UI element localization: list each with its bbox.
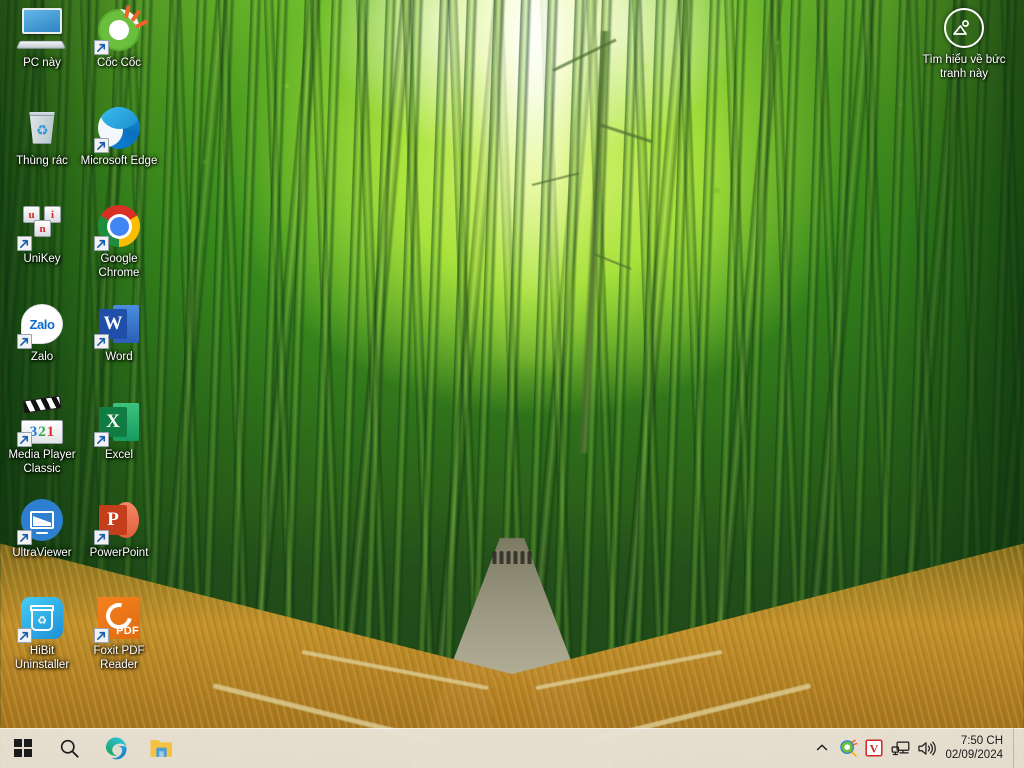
desktop-icon-label: Microsoft Edge xyxy=(80,155,158,167)
distant-people xyxy=(492,551,532,565)
unikey-icon: u i n xyxy=(17,202,66,251)
show-hidden-icons-button[interactable] xyxy=(809,728,835,768)
desktop-icon-label: Google Chrome xyxy=(98,253,140,279)
chevron-up-icon xyxy=(817,744,828,751)
svg-text:V: V xyxy=(870,741,879,755)
shortcut-arrow-icon xyxy=(94,138,109,153)
shortcut-arrow-icon xyxy=(94,628,109,643)
shortcut-arrow-icon xyxy=(17,530,32,545)
spotlight-learn-about-picture[interactable]: Tìm hiểu về bức tranh này xyxy=(914,8,1014,81)
coccoc-tray-icon[interactable] xyxy=(835,728,861,768)
desktop-icon-google-chrome[interactable]: Google Chrome xyxy=(80,202,158,280)
windows-logo-icon xyxy=(13,738,33,758)
desktop-icon-word[interactable]: W Word xyxy=(80,300,158,365)
desktop-icon-pc-nay[interactable]: PC này xyxy=(3,6,81,71)
clock-time: 7:50 CH xyxy=(960,735,1003,747)
desktop-icon-unikey[interactable]: u i n UniKey xyxy=(3,202,81,267)
desktop-icon-powerpoint[interactable]: P PowerPoint xyxy=(80,496,158,561)
edge-taskbar-button[interactable] xyxy=(92,728,138,768)
search-icon xyxy=(60,739,79,758)
powerpoint-icon: P xyxy=(94,496,143,545)
shortcut-arrow-icon xyxy=(94,530,109,545)
folder-icon xyxy=(149,740,172,757)
desktop-icon-label: HiBit Uninstaller xyxy=(14,645,70,671)
chrome-icon xyxy=(94,202,143,251)
desktop-icon-hibit-uninstaller[interactable]: ♻ HiBit Uninstaller xyxy=(3,594,81,672)
shortcut-arrow-icon xyxy=(17,432,32,447)
coccoc-icon xyxy=(94,4,149,55)
coccoc-search-icon xyxy=(840,739,858,757)
network-icon xyxy=(891,740,910,755)
file-explorer-button[interactable] xyxy=(138,728,184,768)
taskbar-clock[interactable]: 7:50 CH 02/09/2024 xyxy=(939,734,1013,762)
excel-icon: X xyxy=(94,398,143,447)
word-icon: W xyxy=(94,300,143,349)
clock-date: 02/09/2024 xyxy=(945,749,1003,761)
recycle-bin-icon: ♻ xyxy=(18,104,66,152)
desktop-icon-label: Media Player Classic xyxy=(8,449,76,475)
ultraviewer-icon xyxy=(17,496,66,545)
desktop-icon-coc-coc[interactable]: Cốc Cốc xyxy=(80,4,158,71)
desktop-icon-ultraviewer[interactable]: UltraViewer xyxy=(3,496,81,561)
desktop-icon-label: Cốc Cốc xyxy=(96,57,142,69)
shortcut-arrow-icon xyxy=(94,236,109,251)
desktop-icon-zalo[interactable]: Zalo Zalo xyxy=(3,300,81,365)
start-button[interactable] xyxy=(0,728,46,768)
desktop-icon-grid: PC này Cốc Cốc ♻ Thùng rác Microsoft Edg… xyxy=(0,0,160,720)
taskbar: V 7:50 CH 02/09/2024 xyxy=(0,728,1024,768)
search-button[interactable] xyxy=(46,728,92,768)
desktop-icon-label: Thùng rác xyxy=(16,155,68,167)
speaker-icon xyxy=(918,741,936,755)
shortcut-arrow-icon xyxy=(94,334,109,349)
shortcut-arrow-icon xyxy=(94,40,109,55)
network-tray-icon[interactable] xyxy=(887,728,913,768)
desktop-icon-media-player-classic[interactable]: 321 Media Player Classic xyxy=(3,395,81,476)
taskbar-buttons xyxy=(0,728,184,768)
computer-icon xyxy=(16,6,66,54)
spotlight-caption: Tìm hiểu về bức tranh này xyxy=(922,54,1006,80)
media-player-classic-icon: 321 xyxy=(17,395,66,447)
volume-tray-icon[interactable] xyxy=(913,728,939,768)
edge-icon xyxy=(94,104,143,153)
edge-icon xyxy=(105,737,127,759)
shortcut-arrow-icon xyxy=(17,628,32,643)
desktop-icon-thung-rac[interactable]: ♻ Thùng rác xyxy=(3,104,81,169)
desktop-icon-foxit-pdf-reader[interactable]: PDF Foxit PDF Reader xyxy=(80,594,158,672)
desktop-icon-label: Zalo xyxy=(30,351,54,363)
shortcut-arrow-icon xyxy=(94,432,109,447)
unikey-tray-icon[interactable]: V xyxy=(861,728,887,768)
desktop-icon-microsoft-edge[interactable]: Microsoft Edge xyxy=(80,104,158,169)
letter-v-icon: V xyxy=(865,739,883,757)
desktop-icon-label: PC này xyxy=(23,57,61,69)
zalo-icon: Zalo xyxy=(17,300,66,349)
desktop-icon-label: Excel xyxy=(104,449,134,461)
foxit-pdf-reader-icon: PDF xyxy=(94,594,143,643)
shortcut-arrow-icon xyxy=(17,334,32,349)
hibit-uninstaller-icon: ♻ xyxy=(17,594,66,643)
shortcut-arrow-icon xyxy=(17,236,32,251)
desktop-icon-label: Foxit PDF Reader xyxy=(93,645,145,671)
desktop-icon-label: PowerPoint xyxy=(89,547,149,559)
show-desktop-button[interactable] xyxy=(1013,728,1020,768)
picture-person-icon xyxy=(944,8,984,48)
desktop-icon-excel[interactable]: X Excel xyxy=(80,398,158,463)
desktop-icon-label: UltraViewer xyxy=(12,547,72,559)
desktop-icon-label: Word xyxy=(105,351,133,363)
system-tray: V 7:50 CH 02/09/2024 xyxy=(809,728,1024,768)
desktop-icon-label: UniKey xyxy=(23,253,61,265)
